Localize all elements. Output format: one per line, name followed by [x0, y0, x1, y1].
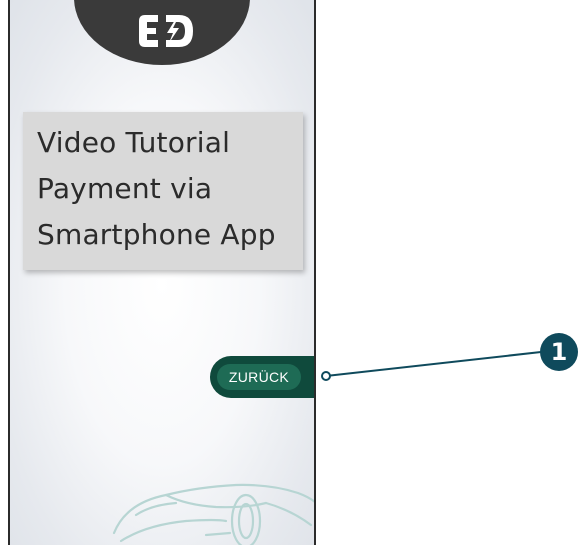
back-button-tab[interactable]: ZURÜCK	[210, 356, 314, 398]
callout-number-badge: 1	[540, 333, 578, 371]
device-screen: Video Tutorial Payment via Smartphone Ap…	[8, 0, 316, 545]
car-outline-icon	[112, 483, 314, 545]
ed-charging-logo-icon	[139, 15, 193, 47]
back-button[interactable]: ZURÜCK	[217, 364, 301, 390]
title-line-2: Payment via	[37, 172, 213, 205]
manual-page: Video Tutorial Payment via Smartphone Ap…	[0, 0, 580, 545]
video-tutorial-title-card: Video Tutorial Payment via Smartphone Ap…	[23, 112, 303, 270]
title-line-1: Video Tutorial	[37, 126, 231, 159]
title-line-3: Smartphone App	[37, 218, 276, 251]
